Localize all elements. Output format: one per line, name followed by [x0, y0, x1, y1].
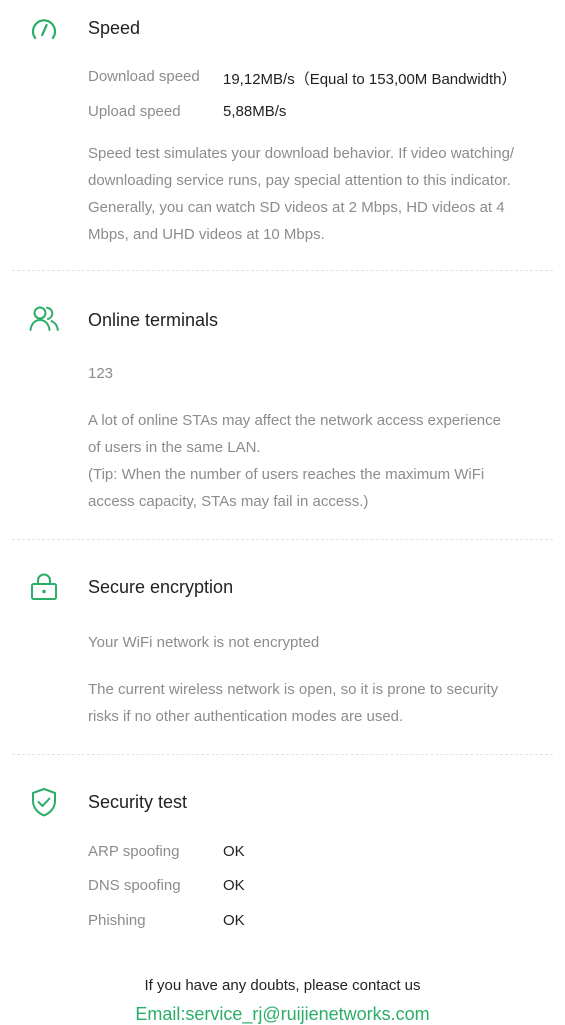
phishing-value: OK — [223, 912, 245, 929]
encryption-title: Secure encryption — [88, 577, 234, 597]
speed-section: Speed Download speed 19,12MB/s（Equal to … — [0, 0, 565, 270]
users-icon — [28, 303, 60, 335]
terminals-description-line: access capacity, STAs may fail in access… — [88, 493, 369, 510]
phishing-label: Phishing — [88, 912, 146, 929]
lock-icon — [28, 571, 60, 603]
arp-spoofing-label: ARP spoofing — [88, 843, 180, 860]
dns-spoofing-label: DNS spoofing — [88, 877, 181, 894]
terminals-description-line: A lot of online STAs may affect the netw… — [88, 412, 501, 429]
download-speed-label: Download speed — [88, 68, 200, 85]
speed-description-line: Mbps, and UHD videos at 10 Mbps. — [88, 226, 325, 243]
speed-title: Speed — [88, 18, 141, 38]
terminals-description-line: of users in the same LAN. — [88, 439, 261, 456]
speed-description-line: downloading service runs, pay special at… — [88, 172, 511, 189]
speed-description-line: Speed test simulates your download behav… — [88, 145, 515, 162]
terminals-title: Online terminals — [88, 310, 219, 330]
encryption-description: The current wireless network is open, so… — [88, 676, 548, 730]
security-title: Security test — [88, 792, 188, 812]
terminals-section: Online terminals 123 A lot of online STA… — [0, 271, 565, 539]
upload-speed-label: Upload speed — [88, 103, 181, 120]
speed-description-line: Generally, you can watch SD videos at 2 … — [88, 199, 505, 216]
encryption-description-line: risks if no other authentication modes a… — [88, 708, 404, 725]
dns-spoofing-value: OK — [223, 877, 245, 894]
download-speed-value: 19,12MB/s（Equal to 153,00M Bandwidth） — [223, 71, 517, 88]
contact-email-link[interactable]: Email:service_rj@ruijienetworks.com — [0, 1004, 565, 1025]
upload-speed-value: 5,88MB/s — [223, 103, 287, 120]
encryption-section: Secure encryption Your WiFi network is n… — [0, 540, 565, 754]
terminals-count: 123 — [88, 365, 114, 382]
encryption-status: Your WiFi network is not encrypted — [88, 634, 320, 651]
speedometer-icon — [28, 13, 60, 45]
encryption-description-line: The current wireless network is open, so… — [88, 681, 499, 698]
terminals-description: A lot of online STAs may affect the netw… — [88, 407, 548, 515]
contact-text: If you have any doubts, please contact u… — [144, 977, 421, 994]
shield-check-icon — [28, 786, 60, 818]
terminals-description-line: (Tip: When the number of users reaches t… — [88, 466, 485, 483]
speed-description: Speed test simulates your download behav… — [88, 140, 548, 248]
security-section: Security test ARP spoofing OK DNS spoofi… — [0, 755, 565, 945]
arp-spoofing-value: OK — [223, 843, 245, 860]
